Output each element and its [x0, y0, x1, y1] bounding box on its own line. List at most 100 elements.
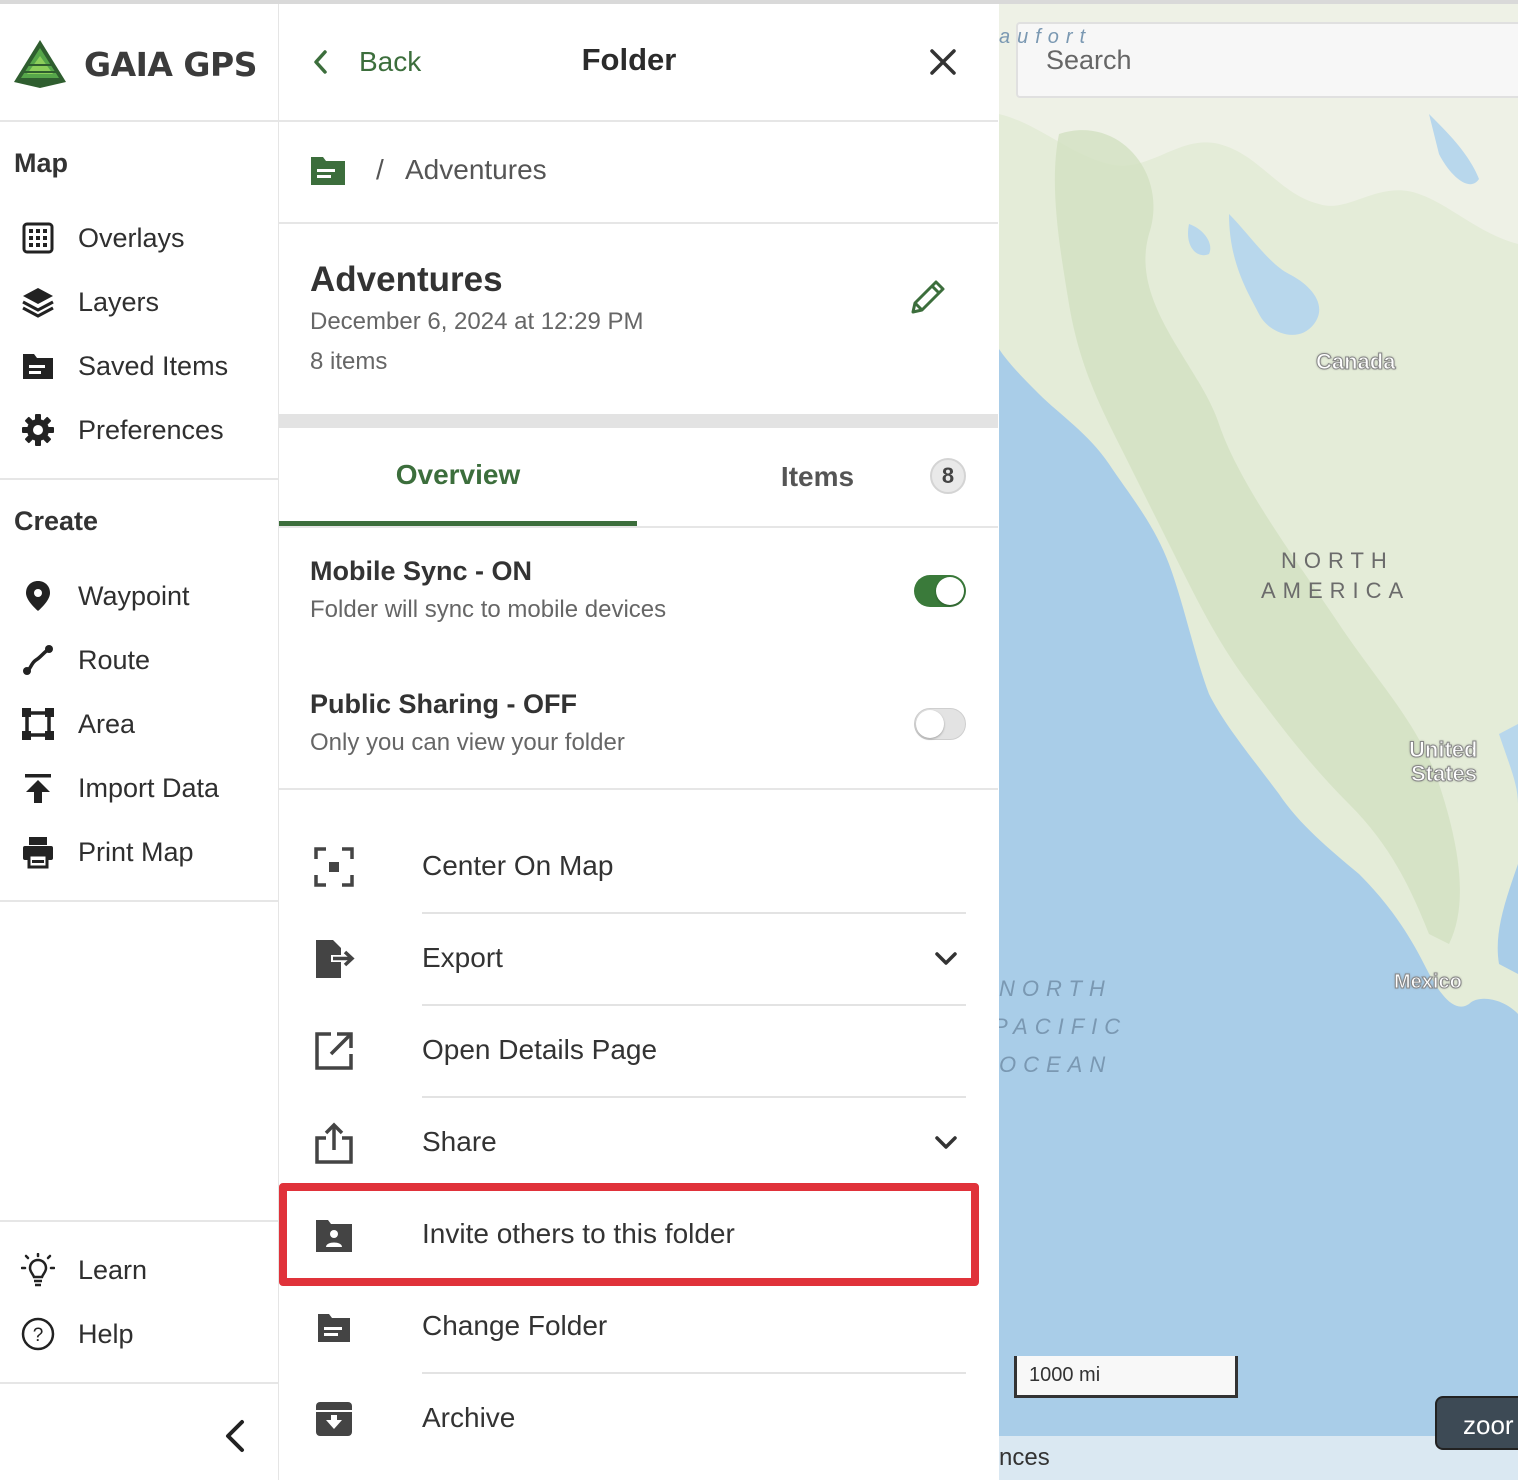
close-button[interactable] — [921, 40, 965, 84]
map-label-north-america-2: AMERICA — [1261, 578, 1411, 603]
zoom-tooltip[interactable]: zoor — [1435, 1396, 1518, 1450]
sidebar-item-label: Overlays — [78, 222, 185, 253]
window-top-border — [0, 0, 1518, 4]
sidebar-item-preferences[interactable]: Preferences — [0, 400, 278, 460]
panel-header: Folder Back — [279, 4, 998, 122]
mobile-sync-toggle[interactable] — [914, 575, 966, 607]
back-button[interactable]: Back — [309, 40, 421, 84]
chevron-down-icon — [935, 1136, 957, 1149]
map-scale-bar: 1000 mi — [1014, 1356, 1238, 1398]
map-label-mexico: Mexico — [1394, 971, 1463, 994]
gaia-logo-icon — [14, 40, 66, 88]
mobile-sync-subtitle: Folder will sync to mobile devices — [310, 596, 667, 623]
sidebar-item-label: Area — [78, 708, 136, 739]
divider — [0, 900, 278, 902]
sidebar-item-print-map[interactable]: Print Map — [0, 822, 278, 882]
sidebar-item-learn[interactable]: Learn — [0, 1240, 278, 1300]
open-external-icon — [315, 1032, 353, 1070]
close-icon — [930, 49, 956, 75]
public-sharing-subtitle: Only you can view your folder — [310, 729, 625, 756]
printer-icon — [18, 832, 58, 872]
action-label: Center On Map — [422, 850, 614, 881]
breadcrumb-separator: / — [376, 154, 384, 185]
sidebar-item-label: Print Map — [78, 836, 194, 867]
chevron-down-icon — [935, 952, 957, 965]
map-label-north-america-1: NORTH — [1281, 548, 1394, 573]
public-sharing-toggle[interactable] — [914, 708, 966, 740]
folder-icon[interactable] — [309, 154, 347, 188]
help-icon: ? — [18, 1314, 58, 1354]
items-count-badge: 8 — [930, 458, 966, 494]
layers-icon — [18, 282, 58, 322]
svg-text:?: ? — [33, 1325, 44, 1346]
tab-bar: Overview Items — [279, 428, 998, 528]
map-search-input[interactable] — [1044, 44, 1488, 77]
sidebar-item-label: Import Data — [78, 772, 220, 803]
sidebar-item-import-data[interactable]: Import Data — [0, 758, 278, 818]
export-action[interactable]: Export — [279, 914, 998, 1006]
chevron-left-icon — [226, 1420, 244, 1452]
brand-name: GAIA GPS — [84, 44, 257, 84]
pin-icon — [18, 576, 58, 616]
map-label-beaufort: aufort — [999, 26, 1093, 48]
create-section-heading: Create — [14, 506, 99, 536]
sidebar-item-label: Help — [78, 1318, 134, 1349]
sidebar-item-route[interactable]: Route — [0, 630, 278, 690]
map-label-ocean-2: PACIFIC — [999, 1014, 1128, 1039]
breadcrumb: / Adventures — [279, 122, 998, 224]
folder-panel: Folder Back / Adventures Adventures Dece… — [279, 4, 998, 1480]
section-divider-band — [279, 414, 998, 428]
map-label-united-states-1: United — [1408, 737, 1478, 763]
map-label-united-states-2: States — [1410, 761, 1478, 787]
breadcrumb-current: Adventures — [405, 154, 547, 185]
edit-pencil-icon[interactable] — [905, 274, 951, 320]
sidebar-item-waypoint[interactable]: Waypoint — [0, 566, 278, 626]
center-on-map-action[interactable]: Center On Map — [279, 822, 998, 914]
folder-date: December 6, 2024 at 12:29 PM — [310, 308, 644, 335]
sidebar-item-area[interactable]: Area — [0, 694, 278, 754]
archive-action[interactable]: Archive — [279, 1374, 998, 1466]
invite-others-action[interactable]: Invite others to this folder — [279, 1190, 998, 1282]
collapse-sidebar-button[interactable] — [216, 1414, 256, 1458]
open-details-page-action[interactable]: Open Details Page — [279, 1006, 998, 1098]
map-label-ocean-3: OCEAN — [999, 1052, 1113, 1077]
share-action[interactable]: Share — [279, 1098, 998, 1190]
gear-icon — [18, 410, 58, 450]
folder-info: Adventures December 6, 2024 at 12:29 PM … — [279, 224, 998, 412]
action-label: Share — [422, 1126, 497, 1157]
action-label: Change Folder — [422, 1310, 608, 1341]
mobile-sync-title: Mobile Sync - ON — [310, 556, 533, 586]
sidebar-item-label: Learn — [78, 1254, 148, 1285]
lightbulb-icon — [18, 1250, 58, 1290]
sidebar: GAIA GPS Map Overlays Layers Saved Items… — [0, 4, 279, 1480]
back-label: Back — [359, 46, 422, 77]
sidebar-item-saved-items[interactable]: Saved Items — [0, 336, 278, 396]
center-focus-icon — [314, 847, 354, 887]
upload-icon — [18, 768, 58, 808]
map-view[interactable]: aufort Canada NORTH AMERICA United State… — [999, 4, 1518, 1480]
action-label: Archive — [422, 1402, 516, 1433]
divider — [279, 788, 998, 790]
divider — [0, 478, 278, 480]
action-label: Open Details Page — [422, 1034, 658, 1065]
folder-name: Adventures — [310, 260, 503, 299]
area-icon — [18, 704, 58, 744]
sidebar-item-label: Layers — [78, 286, 160, 317]
sidebar-item-overlays[interactable]: Overlays — [0, 208, 278, 268]
grid-icon — [18, 218, 58, 258]
sidebar-item-layers[interactable]: Layers — [0, 272, 278, 332]
sidebar-item-label: Saved Items — [78, 350, 229, 381]
sidebar-item-help[interactable]: ? Help — [0, 1304, 278, 1364]
divider — [0, 1382, 278, 1384]
folder-shared-icon — [316, 1220, 352, 1252]
sidebar-item-label: Waypoint — [78, 580, 190, 611]
map-label-ocean-1: NORTH — [999, 976, 1112, 1001]
app-logo[interactable]: GAIA GPS — [12, 36, 257, 92]
chevron-left-icon — [314, 50, 327, 74]
folder-icon — [18, 346, 58, 386]
action-label: Export — [422, 942, 503, 973]
toggle-knob — [916, 710, 944, 738]
change-folder-action[interactable]: Change Folder — [279, 1282, 998, 1374]
tab-overview[interactable]: Overview — [279, 428, 637, 526]
share-icon — [315, 1122, 353, 1164]
